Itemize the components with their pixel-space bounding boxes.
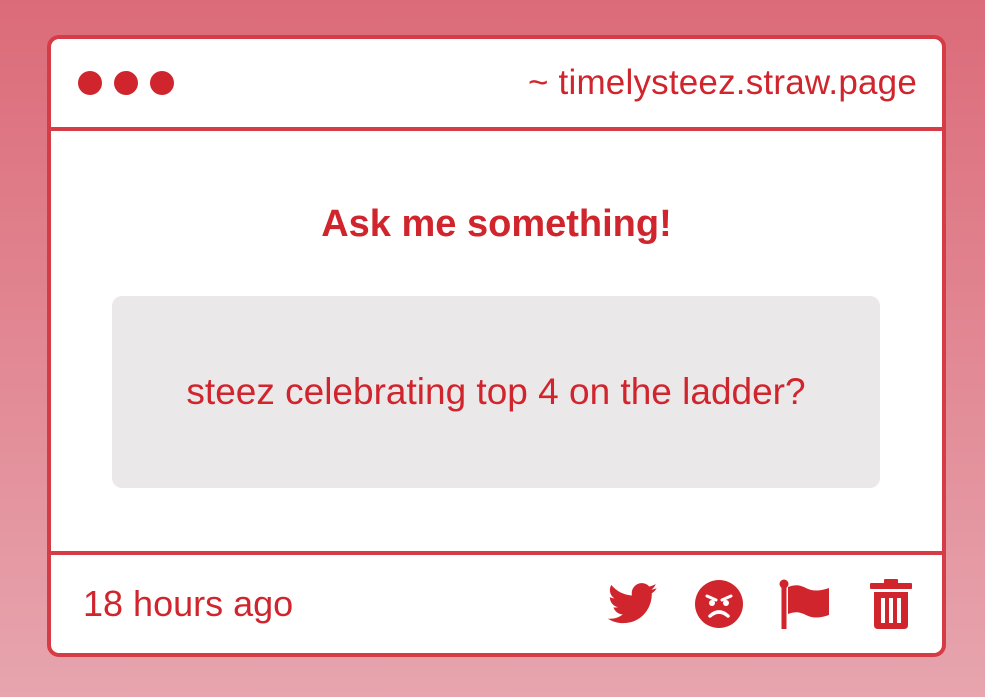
card-footer: 18 hours ago (51, 551, 942, 653)
window-titlebar: ~ timelysteez.straw.page (51, 39, 942, 131)
window-dots (78, 71, 174, 95)
main-content: Ask me something! steez celebrating top … (51, 135, 942, 547)
window-dot (78, 71, 102, 95)
question-text: steez celebrating top 4 on the ladder? (186, 371, 806, 412)
delete-button[interactable] (865, 578, 917, 630)
react-angry-button[interactable] (693, 578, 745, 630)
report-button[interactable] (779, 578, 831, 630)
flag-icon (779, 579, 829, 629)
action-bar (607, 578, 917, 630)
question-card: ~ timelysteez.straw.page Ask me somethin… (47, 35, 946, 657)
timestamp: 18 hours ago (83, 583, 294, 624)
window-dot (114, 71, 138, 95)
share-twitter-button[interactable] (607, 578, 659, 630)
angry-face-icon (695, 580, 743, 628)
question-box: steez celebrating top 4 on the ladder? (112, 296, 880, 488)
trash-icon (870, 579, 912, 629)
page-heading: Ask me something! (321, 203, 672, 245)
page-url[interactable]: ~ timelysteez.straw.page (528, 63, 917, 103)
twitter-bird-icon (608, 583, 658, 624)
window-dot (150, 71, 174, 95)
